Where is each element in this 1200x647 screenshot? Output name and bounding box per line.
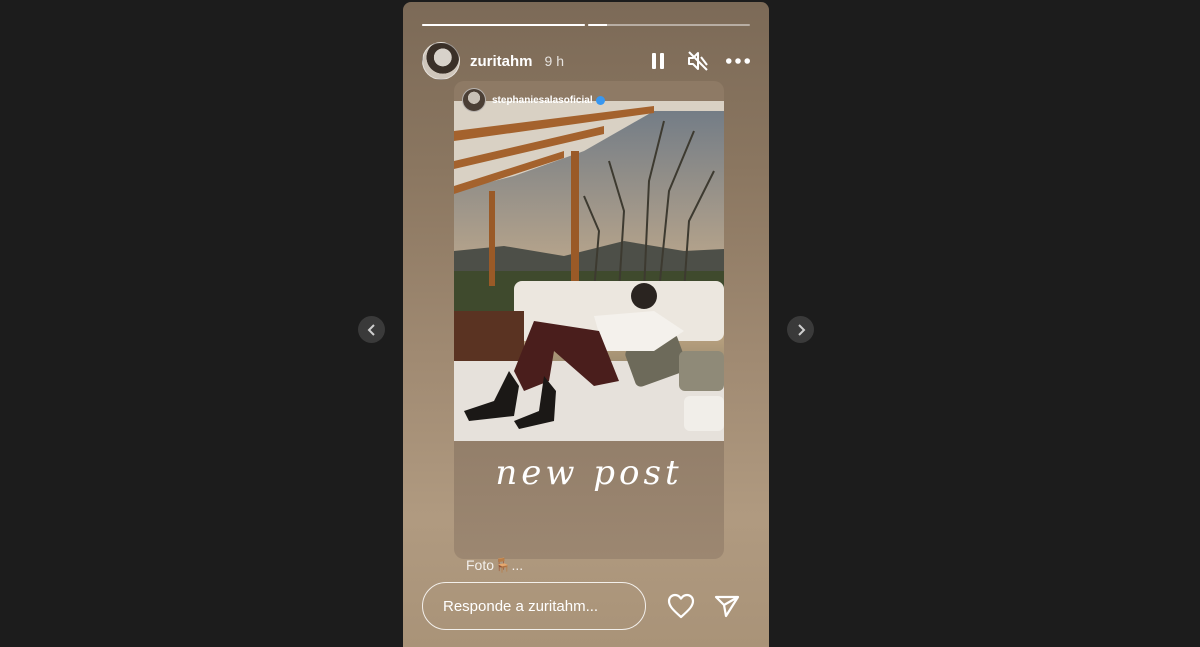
story-username[interactable]: zuritahm bbox=[470, 53, 533, 70]
story-footer bbox=[422, 580, 750, 632]
progress-fill bbox=[587, 24, 607, 26]
shared-post-username[interactable]: stephaniesalasoficial bbox=[492, 95, 593, 106]
previous-story-button[interactable] bbox=[358, 316, 385, 343]
story-time: 9 h bbox=[544, 53, 564, 69]
like-button[interactable] bbox=[666, 591, 696, 621]
reply-input[interactable] bbox=[422, 582, 646, 630]
send-icon bbox=[714, 595, 740, 618]
pause-icon bbox=[652, 53, 664, 69]
story-header: zuritahm 9 h bbox=[422, 40, 750, 82]
next-story-button[interactable] bbox=[787, 316, 814, 343]
muted-speaker-icon bbox=[688, 51, 708, 71]
shared-post-photo bbox=[454, 101, 724, 441]
verified-badge-icon bbox=[595, 95, 605, 105]
more-options-icon bbox=[726, 58, 750, 64]
avatar[interactable] bbox=[422, 42, 460, 80]
heart-icon bbox=[667, 593, 695, 619]
shared-post-card[interactable]: stephaniesalasoficial new post bbox=[454, 81, 724, 559]
more-options-button[interactable] bbox=[726, 49, 750, 73]
shared-post-header: stephaniesalasoficial bbox=[462, 88, 605, 112]
story-controls bbox=[646, 49, 750, 73]
mute-button[interactable] bbox=[686, 49, 710, 73]
pause-button[interactable] bbox=[646, 49, 670, 73]
story-caption[interactable]: Foto🪑... bbox=[466, 557, 523, 574]
send-button[interactable] bbox=[712, 591, 742, 621]
progress-segment bbox=[422, 24, 585, 26]
shared-post-avatar[interactable] bbox=[462, 88, 486, 112]
chevron-right-icon bbox=[797, 323, 805, 336]
story-viewer: zuritahm 9 h stephaniesalasoficial new p… bbox=[403, 2, 769, 647]
chevron-left-icon bbox=[367, 323, 375, 336]
story-progress bbox=[422, 24, 750, 26]
shared-post-tagline: new post bbox=[495, 453, 683, 493]
progress-fill bbox=[422, 24, 585, 26]
progress-segment bbox=[587, 24, 750, 26]
